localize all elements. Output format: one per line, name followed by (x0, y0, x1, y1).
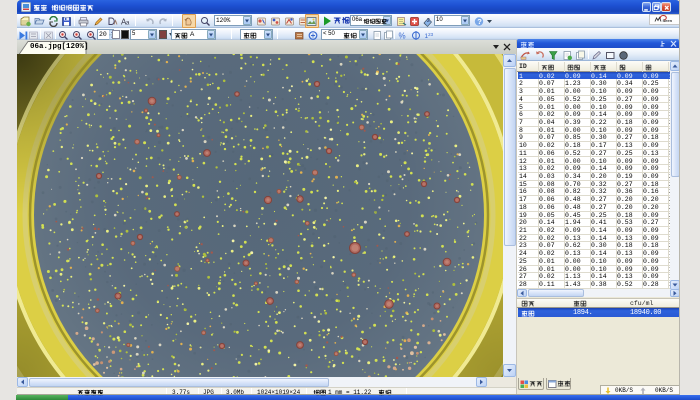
svg-text:a: a (126, 20, 130, 26)
svg-text:%: % (399, 31, 406, 40)
svg-text:2: 2 (427, 18, 430, 24)
svg-text:123: 123 (425, 32, 434, 40)
svg-text:Seen: Seen (663, 18, 673, 23)
svg-text:?: ? (477, 17, 482, 26)
